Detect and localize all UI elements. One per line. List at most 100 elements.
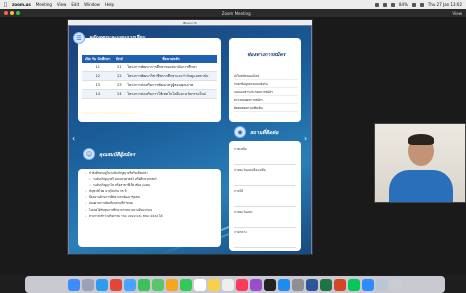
word-icon[interactable] [306, 278, 318, 291]
status-icon[interactable] [390, 2, 395, 7]
table-header: ปักษ์ [113, 55, 126, 63]
zoom-icon[interactable] [362, 278, 374, 291]
table-cell: 24 [113, 89, 126, 99]
menu-app-name[interactable]: zoom.us [12, 2, 31, 7]
table-cell: 22 [113, 71, 126, 81]
apply-header: ช่องทางการสมัคร [247, 52, 286, 58]
menu-window[interactable]: Window [84, 2, 100, 7]
status-icon[interactable] [374, 2, 379, 7]
launchpad-icon[interactable] [82, 278, 94, 291]
trash-icon[interactable] [390, 278, 402, 291]
list-item: มีผลงานด้านการศึกษาและพัฒนาชุมชน [85, 196, 217, 200]
chrome-icon[interactable] [110, 278, 122, 291]
table-cell: 12 [82, 71, 114, 81]
qualifications-header: คุณสมบัติผู้สมัคร [99, 152, 136, 158]
apply-line: ติดต่อสอบถามเพิ่มเติม [234, 106, 298, 112]
contact-row: ภาคใต้ [234, 189, 296, 207]
safari-icon[interactable] [96, 278, 108, 291]
list-item: กำลังศึกษาอยู่ในระดับปริญญาตรีหรือเทียบเ… [85, 171, 217, 176]
list-item: สามารถเข้าร่วมกิจกรรม YSC 2022 และ MSC 2… [85, 214, 217, 219]
dock [25, 276, 445, 293]
curriculum-note: *หลักสูตรสามารถปรับเปลี่ยนได้ตามความเหมา… [81, 112, 136, 115]
status-icon[interactable] [382, 2, 387, 7]
contact-row: ภาคเหนือ [234, 147, 296, 165]
facetime-icon[interactable] [180, 278, 192, 291]
search-icon[interactable] [419, 2, 424, 7]
line-icon[interactable] [348, 278, 360, 291]
reminders-icon[interactable] [222, 278, 234, 291]
contact-row: ภาคตะวันออก [234, 210, 296, 228]
finder-icon[interactable] [68, 278, 80, 291]
person-icon: ☺ [83, 148, 95, 160]
excel-icon[interactable] [320, 278, 332, 291]
qualifications-list: กำลังศึกษาอยู่ในระดับปริญญาตรีหรือเทียบเ… [85, 171, 217, 221]
table-cell: 21 [113, 63, 126, 72]
tv-icon[interactable] [264, 278, 276, 291]
table-row: 14 24 โครงการส่งเสริมการใช้เทคโนโลยีและน… [82, 89, 217, 99]
share-title-bar: Bhavu Hi [68, 20, 312, 25]
table-cell: 23 [113, 80, 126, 90]
preview-icon[interactable] [376, 278, 388, 291]
wifi-icon[interactable] [411, 2, 416, 7]
music-icon[interactable] [236, 278, 248, 291]
powerpoint-icon[interactable] [334, 278, 346, 291]
podcasts-icon[interactable] [250, 278, 262, 291]
participant-video[interactable] [374, 123, 466, 203]
contact-header: สถานที่ติดต่อ [250, 130, 279, 136]
zoom-window: Zoom Meeting View Bhavu Hi ☰ หลักสูตรและ… [0, 9, 466, 275]
table-cell: โครงการพัฒนาการศึกษาของสถาบันการศึกษา [125, 63, 217, 72]
settings-icon[interactable] [292, 278, 304, 291]
mail-icon[interactable] [124, 278, 136, 291]
list-item: สัญชาติไทย อายุไม่เกิน 35 ปี [85, 190, 217, 194]
table-row: 13 23 โครงการส่งเสริมการพัฒนาครูผู้สอนคุ… [82, 80, 217, 90]
menu-meeting[interactable]: Meeting [36, 2, 52, 7]
apply-line: ส่งใบสมัครออนไลน์ [234, 74, 298, 80]
share-title: Bhavu Hi [183, 20, 197, 25]
menu-edit[interactable]: Edit [71, 2, 79, 7]
status-area: 84% Thu 27 Jan 13:02 [374, 2, 462, 7]
minimize-icon[interactable] [10, 11, 14, 15]
table-row: 11 21 โครงการพัฒนาการศึกษาของสถาบันการศึ… [82, 63, 217, 72]
participant-body [389, 170, 453, 202]
list-item: ระดับปริญญาโท หรือสาขาที่เกี่ยวข้อง (GPA… [85, 184, 217, 188]
appstore-icon[interactable] [278, 278, 290, 291]
presentation-slide: ☰ หลักสูตรและแผนการเรียน เปิด รับ นักศึก… [69, 26, 311, 254]
close-icon[interactable] [4, 11, 8, 15]
menu-help[interactable]: Help [105, 2, 114, 7]
table-cell: 11 [82, 63, 114, 72]
menu-view[interactable]: View [57, 2, 67, 7]
messages-icon[interactable] [138, 278, 150, 291]
window-title: Zoom Meeting [221, 10, 251, 16]
zoom-titlebar: Zoom Meeting View [0, 9, 466, 17]
chevron-left-icon[interactable]: ‹ [72, 134, 75, 143]
table-cell: โครงการพัฒนาวิชาชีพการศึกษาและกำกับดูแลส… [125, 71, 217, 81]
chevron-right-icon[interactable]: › [304, 134, 307, 143]
book-icon: ☰ [73, 32, 85, 44]
apply-line: กรอกข้อมูลตามแบบฟอร์ม [234, 82, 298, 88]
shared-screen: Bhavu Hi ☰ หลักสูตรและแผนการเรียน เปิด ร… [67, 19, 313, 255]
table-cell: 13 [82, 80, 114, 90]
menu-bar:  zoom.us Meeting View Edit Window Help … [0, 0, 466, 9]
view-button[interactable]: View [453, 11, 463, 16]
table-cell: 14 [82, 89, 114, 99]
curriculum-table: เปิด รับ นักศึกษา ปักษ์ ชื่อนายหลัก 11 2… [82, 55, 217, 99]
photos-icon[interactable] [166, 278, 178, 291]
list-item: ไม่เคยได้รับทุนการศึกษาจากหน่วยงานอื่นมา… [85, 208, 217, 213]
maps-icon[interactable] [152, 278, 164, 291]
table-header: ชื่อนายหลัก [125, 55, 217, 63]
location-icon: ◉ [234, 126, 246, 138]
table-cell: โครงการส่งเสริมการใช้เทคโนโลยีและนวัตกรร… [125, 89, 217, 99]
calendar-icon[interactable] [194, 278, 206, 291]
clock[interactable]: Thu 27 Jan 13:02 [428, 2, 462, 7]
contact-row: ภาคกลาง [234, 230, 296, 248]
list-item: ระดับปริญญาตรี คณะครุศาสตร์ หรือศึกษาศาส… [85, 177, 217, 182]
battery-label[interactable]: 84% [399, 2, 408, 7]
notes-icon[interactable] [208, 278, 220, 291]
table-cell: โครงการส่งเสริมการพัฒนาครูผู้สอนคุณภาพ [125, 80, 217, 90]
apply-line: ตรวจสอบผลการสมัคร [234, 98, 298, 104]
table-row: 12 22 โครงการพัฒนาวิชาชีพการศึกษาและกำกั… [82, 71, 217, 81]
contact-row: ภาคตะวันออกเฉียงเหนือ [234, 168, 296, 186]
participant-hair [408, 134, 434, 145]
apple-icon[interactable]:  [4, 2, 7, 8]
table-header: เปิด รับ นักศึกษา [82, 55, 114, 63]
